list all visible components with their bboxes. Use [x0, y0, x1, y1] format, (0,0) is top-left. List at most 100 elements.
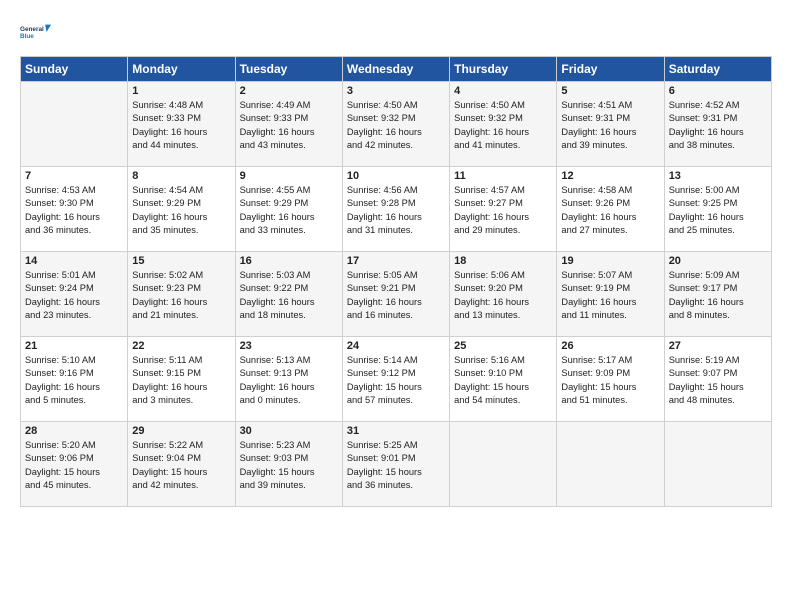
week-row-3: 14Sunrise: 5:01 AMSunset: 9:24 PMDayligh… — [21, 252, 772, 337]
day-info: Sunrise: 5:25 AMSunset: 9:01 PMDaylight:… — [347, 439, 445, 493]
day-info: Sunrise: 5:03 AMSunset: 9:22 PMDaylight:… — [240, 269, 338, 323]
logo-icon: GeneralBlue — [20, 16, 52, 48]
day-info: Sunrise: 4:51 AMSunset: 9:31 PMDaylight:… — [561, 99, 659, 153]
weekday-header-friday: Friday — [557, 57, 664, 82]
day-info: Sunrise: 4:48 AMSunset: 9:33 PMDaylight:… — [132, 99, 230, 153]
calendar-cell: 15 Sunrise: 5:02 AMSunset: 9:23 PMDayligh… — [128, 252, 235, 337]
calendar-cell: 27Sunrise: 5:19 AMSunset: 9:07 PMDayligh… — [664, 337, 771, 422]
day-number: 13 — [669, 170, 767, 182]
calendar-cell — [21, 82, 128, 167]
day-number: 22 — [132, 340, 230, 352]
week-row-4: 21 Sunrise: 5:10 AMSunset: 9:16 PMDayligh… — [21, 337, 772, 422]
calendar-cell: 17Sunrise: 5:05 AMSunset: 9:21 PMDayligh… — [342, 252, 449, 337]
calendar-cell: 20 Sunrise: 5:09 AMSunset: 9:17 PMDayligh… — [664, 252, 771, 337]
calendar-cell: 6 Sunrise: 4:52 AMSunset: 9:31 PMDaylight… — [664, 82, 771, 167]
calendar-cell: 29 Sunrise: 5:22 AMSunset: 9:04 PMDayligh… — [128, 422, 235, 507]
day-info: Sunrise: 4:50 AMSunset: 9:32 PMDaylight:… — [347, 99, 445, 153]
day-number: 19 — [561, 255, 659, 267]
day-number: 4 — [454, 85, 552, 97]
day-info: Sunrise: 5:11 AMSunset: 9:15 PMDaylight:… — [132, 354, 230, 408]
day-info: Sunrise: 5:13 AMSunset: 9:13 PMDaylight:… — [240, 354, 338, 408]
day-info: Sunrise: 5:07 AMSunset: 9:19 PMDaylight:… — [561, 269, 659, 323]
day-info: Sunrise: 5:17 AMSunset: 9:09 PMDaylight:… — [561, 354, 659, 408]
calendar-cell: 7 Sunrise: 4:53 AMSunset: 9:30 PMDaylight… — [21, 167, 128, 252]
calendar-cell: 8Sunrise: 4:54 AMSunset: 9:29 PMDaylight… — [128, 167, 235, 252]
page: GeneralBlue SundayMondayTuesdayWednesday… — [0, 0, 792, 612]
day-number: 29 — [132, 425, 230, 437]
week-row-2: 7 Sunrise: 4:53 AMSunset: 9:30 PMDaylight… — [21, 167, 772, 252]
calendar-cell: 30Sunrise: 5:23 AMSunset: 9:03 PMDayligh… — [235, 422, 342, 507]
day-info: Sunrise: 4:58 AMSunset: 9:26 PMDaylight:… — [561, 184, 659, 238]
day-info: Sunrise: 4:50 AMSunset: 9:32 PMDaylight:… — [454, 99, 552, 153]
calendar-cell: 11 Sunrise: 4:57 AMSunset: 9:27 PMDayligh… — [450, 167, 557, 252]
day-info: Sunrise: 4:52 AMSunset: 9:31 PMDaylight:… — [669, 99, 767, 153]
day-info: Sunrise: 5:10 AMSunset: 9:16 PMDaylight:… — [25, 354, 123, 408]
calendar-cell: 16 Sunrise: 5:03 AMSunset: 9:22 PMDayligh… — [235, 252, 342, 337]
day-number: 24 — [347, 340, 445, 352]
calendar-cell: 12Sunrise: 4:58 AMSunset: 9:26 PMDayligh… — [557, 167, 664, 252]
day-number: 30 — [240, 425, 338, 437]
day-number: 26 — [561, 340, 659, 352]
day-number: 2 — [240, 85, 338, 97]
calendar-cell: 24 Sunrise: 5:14 AMSunset: 9:12 PMDayligh… — [342, 337, 449, 422]
weekday-header-wednesday: Wednesday — [342, 57, 449, 82]
calendar-cell: 9 Sunrise: 4:55 AMSunset: 9:29 PMDaylight… — [235, 167, 342, 252]
day-info: Sunrise: 5:09 AMSunset: 9:17 PMDaylight:… — [669, 269, 767, 323]
day-info: Sunrise: 5:00 AMSunset: 9:25 PMDaylight:… — [669, 184, 767, 238]
day-info: Sunrise: 4:57 AMSunset: 9:27 PMDaylight:… — [454, 184, 552, 238]
logo: GeneralBlue — [20, 16, 52, 48]
day-number: 20 — [669, 255, 767, 267]
week-row-1: 1 Sunrise: 4:48 AMSunset: 9:33 PMDaylight… — [21, 82, 772, 167]
calendar-table: SundayMondayTuesdayWednesdayThursdayFrid… — [20, 56, 772, 507]
day-number: 28 — [25, 425, 123, 437]
day-number: 21 — [25, 340, 123, 352]
calendar-cell: 18Sunrise: 5:06 AMSunset: 9:20 PMDayligh… — [450, 252, 557, 337]
day-info: Sunrise: 5:22 AMSunset: 9:04 PMDaylight:… — [132, 439, 230, 493]
day-info: Sunrise: 5:01 AMSunset: 9:24 PMDaylight:… — [25, 269, 123, 323]
day-number: 7 — [25, 170, 123, 182]
calendar-cell: 14Sunrise: 5:01 AMSunset: 9:24 PMDayligh… — [21, 252, 128, 337]
calendar-cell: 25 Sunrise: 5:16 AMSunset: 9:10 PMDayligh… — [450, 337, 557, 422]
day-info: Sunrise: 4:49 AMSunset: 9:33 PMDaylight:… — [240, 99, 338, 153]
week-row-5: 28 Sunrise: 5:20 AMSunset: 9:06 PMDayligh… — [21, 422, 772, 507]
calendar-cell: 28 Sunrise: 5:20 AMSunset: 9:06 PMDayligh… — [21, 422, 128, 507]
day-number: 15 — [132, 255, 230, 267]
calendar-cell — [664, 422, 771, 507]
calendar-cell — [450, 422, 557, 507]
calendar-cell: 1 Sunrise: 4:48 AMSunset: 9:33 PMDaylight… — [128, 82, 235, 167]
calendar-cell: 19 Sunrise: 5:07 AMSunset: 9:19 PMDayligh… — [557, 252, 664, 337]
day-number: 5 — [561, 85, 659, 97]
calendar-cell: 22 Sunrise: 5:11 AMSunset: 9:15 PMDayligh… — [128, 337, 235, 422]
day-info: Sunrise: 5:20 AMSunset: 9:06 PMDaylight:… — [25, 439, 123, 493]
calendar-cell: 5 Sunrise: 4:51 AMSunset: 9:31 PMDaylight… — [557, 82, 664, 167]
day-info: Sunrise: 5:14 AMSunset: 9:12 PMDaylight:… — [347, 354, 445, 408]
weekday-header-monday: Monday — [128, 57, 235, 82]
day-info: Sunrise: 5:02 AMSunset: 9:23 PMDaylight:… — [132, 269, 230, 323]
calendar-cell — [557, 422, 664, 507]
weekday-header-sunday: Sunday — [21, 57, 128, 82]
calendar-cell: 26 Sunrise: 5:17 AMSunset: 9:09 PMDayligh… — [557, 337, 664, 422]
day-number: 9 — [240, 170, 338, 182]
day-number: 31 — [347, 425, 445, 437]
day-number: 11 — [454, 170, 552, 182]
day-info: Sunrise: 4:56 AMSunset: 9:28 PMDaylight:… — [347, 184, 445, 238]
day-number: 1 — [132, 85, 230, 97]
day-number: 17 — [347, 255, 445, 267]
weekday-header-tuesday: Tuesday — [235, 57, 342, 82]
day-number: 3 — [347, 85, 445, 97]
day-number: 16 — [240, 255, 338, 267]
day-number: 25 — [454, 340, 552, 352]
header: GeneralBlue — [20, 16, 772, 48]
day-info: Sunrise: 5:16 AMSunset: 9:10 PMDaylight:… — [454, 354, 552, 408]
calendar-cell: 31 Sunrise: 5:25 AMSunset: 9:01 PMDayligh… — [342, 422, 449, 507]
day-info: Sunrise: 4:53 AMSunset: 9:30 PMDaylight:… — [25, 184, 123, 238]
day-info: Sunrise: 4:55 AMSunset: 9:29 PMDaylight:… — [240, 184, 338, 238]
day-info: Sunrise: 4:54 AMSunset: 9:29 PMDaylight:… — [132, 184, 230, 238]
calendar-cell: 2 Sunrise: 4:49 AMSunset: 9:33 PMDaylight… — [235, 82, 342, 167]
calendar-cell: 23Sunrise: 5:13 AMSunset: 9:13 PMDayligh… — [235, 337, 342, 422]
svg-text:Blue: Blue — [20, 33, 34, 40]
day-number: 6 — [669, 85, 767, 97]
weekday-header-row: SundayMondayTuesdayWednesdayThursdayFrid… — [21, 57, 772, 82]
calendar-cell: 4 Sunrise: 4:50 AMSunset: 9:32 PMDaylight… — [450, 82, 557, 167]
svg-text:General: General — [20, 26, 44, 33]
